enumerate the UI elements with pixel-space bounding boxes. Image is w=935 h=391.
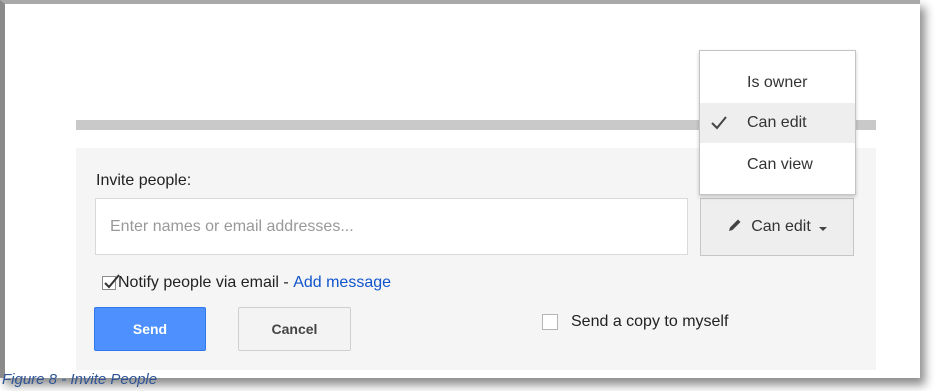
- send-copy-checkbox[interactable]: [542, 314, 558, 330]
- notify-checkbox[interactable]: [102, 274, 120, 290]
- menu-item-label: Can edit: [747, 114, 807, 131]
- checkmark-icon: [710, 115, 728, 136]
- notify-row: Notify people via email - Add message: [102, 274, 391, 292]
- invite-input[interactable]: [95, 198, 688, 255]
- chevron-down-icon: [818, 227, 827, 231]
- invite-label: Invite people:: [96, 172, 192, 189]
- notify-label: Notify people via email -: [118, 274, 294, 291]
- send-copy-row: Send a copy to myself: [542, 313, 728, 331]
- menu-item-label: Is owner: [747, 74, 808, 91]
- menu-item-can-view[interactable]: Can view: [700, 145, 855, 185]
- figure-caption: Figure 8 - Invite People: [2, 371, 158, 388]
- pencil-icon: [727, 217, 743, 238]
- send-copy-label: Send a copy to myself: [571, 313, 729, 330]
- menu-item-is-owner[interactable]: Is owner: [700, 63, 855, 103]
- menu-item-can-edit[interactable]: Can edit: [700, 103, 855, 143]
- send-button[interactable]: Send: [94, 307, 206, 351]
- add-message-link[interactable]: Add message: [293, 274, 391, 292]
- permission-dropdown-button[interactable]: Can edit: [700, 198, 854, 256]
- menu-item-label: Can view: [747, 156, 813, 173]
- permission-dropdown-menu: Is owner Can edit Can view: [699, 50, 856, 195]
- cancel-button[interactable]: Cancel: [238, 307, 351, 351]
- permission-label: Can edit: [751, 218, 811, 235]
- checkmark-icon: [104, 274, 120, 289]
